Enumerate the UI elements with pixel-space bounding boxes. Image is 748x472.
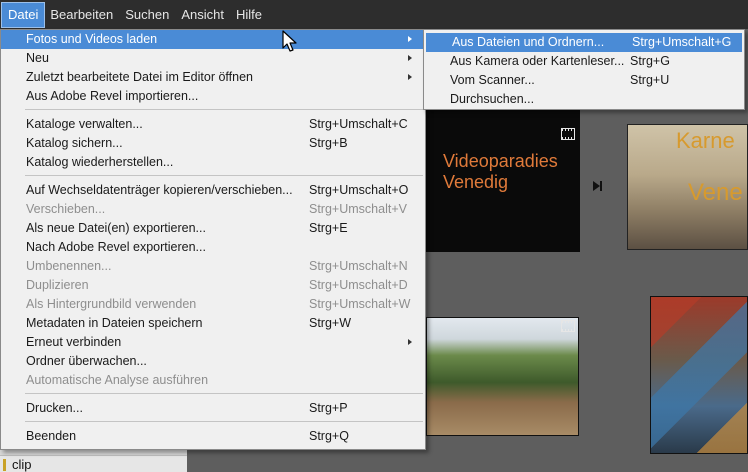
menu-ansicht[interactable]: Ansicht (175, 3, 230, 27)
menu-item-label: Umbenennen... (26, 259, 112, 273)
play-bar-icon (600, 181, 602, 191)
folder-color-swatch (3, 459, 6, 471)
video-thumb-title-line2: Venedig (443, 172, 509, 192)
menu-item-label: Aus Kamera oder Kartenleser... (450, 54, 625, 68)
menu-item-verschieben[interactable]: Verschieben... Strg+Umschalt+V (1, 200, 425, 219)
menu-separator (25, 421, 423, 422)
submenu-arrow-icon (408, 339, 412, 345)
submenu-item-kamera-kartenleser[interactable]: Aus Kamera oder Kartenleser... Strg+G (424, 52, 744, 71)
menu-item-shortcut: Strg+Umschalt+O (309, 183, 409, 197)
menu-item-label: Vom Scanner... (450, 73, 535, 87)
submenu-arrow-icon (408, 36, 412, 42)
menu-item-label: Durchsuchen... (450, 92, 535, 106)
menu-item-label: Katalog wiederherstellen... (26, 155, 174, 169)
play-icon (593, 181, 600, 191)
venedig-thumb-partial-title-1: Karne (676, 128, 735, 153)
menu-suchen[interactable]: Suchen (119, 3, 175, 27)
menu-item-shortcut: Strg+Umschalt+N (309, 259, 408, 273)
menu-separator (25, 175, 423, 176)
menu-item-label: Katalog sichern... (26, 136, 123, 150)
submenu-item-scanner[interactable]: Vom Scanner... Strg+U (424, 71, 744, 90)
menu-item-shortcut: Strg+B (309, 136, 348, 150)
menu-item-label: Neu (26, 51, 49, 65)
menu-item-metadaten-speichern[interactable]: Metadaten in Dateien speichern Strg+W (1, 314, 425, 333)
menu-item-zuletzt-bearbeitet[interactable]: Zuletzt bearbeitete Datei im Editor öffn… (1, 68, 425, 87)
menu-item-label: Kataloge verwalten... (26, 117, 143, 131)
submenu-fotos-videos-laden: Aus Dateien und Ordnern... Strg+Umschalt… (423, 29, 745, 110)
menu-item-label: Fotos und Videos laden (26, 32, 158, 46)
submenu-item-durchsuchen[interactable]: Durchsuchen... (424, 90, 744, 109)
menu-item-shortcut: Strg+Q (309, 429, 349, 443)
menu-item-label: Verschieben... (26, 202, 106, 216)
video-thumb-title-line1: Videoparadies (443, 151, 558, 171)
menu-item-label: Automatische Analyse ausführen (26, 373, 209, 387)
menu-item-duplizieren[interactable]: Duplizieren Strg+Umschalt+D (1, 276, 425, 295)
folder-item-label: clip (12, 457, 32, 472)
menu-item-beenden[interactable]: Beenden Strg+Q (1, 427, 425, 446)
folder-item-clip[interactable]: clip (0, 455, 187, 472)
menu-item-automatische-analyse[interactable]: Automatische Analyse ausführen (1, 371, 425, 390)
menu-item-neu[interactable]: Neu (1, 49, 425, 68)
menu-item-shortcut: Strg+Umschalt+C (309, 117, 408, 131)
menu-item-hintergrundbild[interactable]: Als Hintergrundbild verwenden Strg+Umsch… (1, 295, 425, 314)
menu-item-katalog-wiederherstellen[interactable]: Katalog wiederherstellen... (1, 153, 425, 172)
menu-item-label: Als Hintergrundbild verwenden (26, 297, 197, 311)
menu-item-revel-importieren[interactable]: Aus Adobe Revel importieren... (1, 87, 425, 106)
menu-item-fotos-videos-laden[interactable]: Fotos und Videos laden (1, 30, 425, 49)
menu-separator (25, 393, 423, 394)
menu-item-revel-exportieren[interactable]: Nach Adobe Revel exportieren... (1, 238, 425, 257)
submenu-arrow-icon (408, 74, 412, 80)
menu-item-label: Aus Adobe Revel importieren... (26, 89, 199, 103)
menu-item-wechseldatentraeger[interactable]: Auf Wechseldatenträger kopieren/verschie… (1, 181, 425, 200)
menubar: Datei Bearbeiten Suchen Ansicht Hilfe (0, 0, 748, 29)
menu-item-shortcut: Strg+Umschalt+V (309, 202, 407, 216)
submenu-arrow-icon (408, 55, 412, 61)
video-film-icon-2 (561, 320, 575, 332)
file-menu: Fotos und Videos laden Neu Zuletzt bearb… (0, 29, 426, 450)
menu-item-label: Erneut verbinden (26, 335, 122, 349)
menu-item-label: Nach Adobe Revel exportieren... (26, 240, 206, 254)
menu-item-label: Auf Wechseldatenträger kopieren/verschie… (26, 183, 293, 197)
menu-item-label: Metadaten in Dateien speichern (26, 316, 203, 330)
menu-item-shortcut: Strg+Umschalt+G (632, 35, 732, 49)
menu-item-umbenennen[interactable]: Umbenennen... Strg+Umschalt+N (1, 257, 425, 276)
video-film-icon (561, 128, 575, 140)
submenu-item-dateien-ordnern[interactable]: Aus Dateien und Ordnern... Strg+Umschalt… (426, 33, 742, 52)
menu-bearbeiten[interactable]: Bearbeiten (44, 3, 119, 27)
menu-item-label: Zuletzt bearbeitete Datei im Editor öffn… (26, 70, 253, 84)
venedig-thumb-photo[interactable] (426, 317, 579, 436)
menu-datei[interactable]: Datei (0, 1, 46, 28)
mouse-cursor-icon (282, 30, 297, 52)
menu-item-shortcut: Strg+Umschalt+D (309, 278, 408, 292)
menu-hilfe[interactable]: Hilfe (230, 3, 268, 27)
venedig-thumb-partial-title-2: Vene (688, 179, 743, 206)
menu-item-katalog-sichern[interactable]: Katalog sichern... Strg+B (1, 134, 425, 153)
menu-item-label: Aus Dateien und Ordnern... (452, 35, 605, 49)
menu-item-shortcut: Strg+E (309, 221, 348, 235)
menu-item-shortcut: Strg+P (309, 401, 348, 415)
menu-item-label: Ordner überwachen... (26, 354, 147, 368)
menu-item-erneut-verbinden[interactable]: Erneut verbinden (1, 333, 425, 352)
menu-item-shortcut: Strg+G (630, 54, 670, 68)
menu-item-shortcut: Strg+U (630, 73, 670, 87)
collage-thumb[interactable] (650, 296, 748, 454)
menu-item-drucken[interactable]: Drucken... Strg+P (1, 399, 425, 418)
menu-separator (25, 109, 423, 110)
menu-item-label: Duplizieren (26, 278, 89, 292)
menu-item-kataloge-verwalten[interactable]: Kataloge verwalten... Strg+Umschalt+C (1, 115, 425, 134)
menu-item-label: Als neue Datei(en) exportieren... (26, 221, 206, 235)
menu-item-label: Beenden (26, 429, 77, 443)
menu-item-als-neue-datei-exportieren[interactable]: Als neue Datei(en) exportieren... Strg+E (1, 219, 425, 238)
menu-item-ordner-ueberwachen[interactable]: Ordner überwachen... (1, 352, 425, 371)
menu-item-shortcut: Strg+W (309, 316, 352, 330)
menu-item-shortcut: Strg+Umschalt+W (309, 297, 411, 311)
menu-item-label: Drucken... (26, 401, 83, 415)
